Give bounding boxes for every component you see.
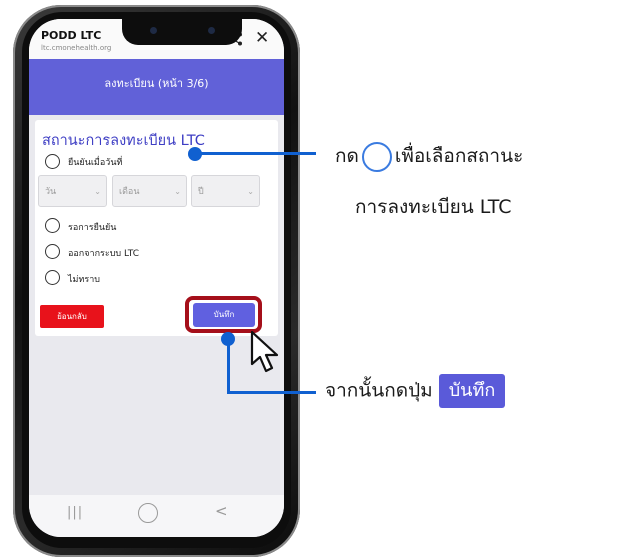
- site-title: PODD LTC: [41, 29, 102, 42]
- close-icon[interactable]: ✕: [255, 30, 269, 47]
- radio-icon: [361, 141, 392, 172]
- year-select-value: ปี: [198, 187, 204, 197]
- radio-pending[interactable]: [45, 218, 60, 233]
- year-select[interactable]: ปี ⌄: [191, 175, 260, 207]
- instruction-status-line1: กด เพื่อเลือกสถานะ: [335, 141, 523, 172]
- chevron-down-icon: ⌄: [247, 187, 254, 196]
- chevron-down-icon: ⌄: [174, 187, 181, 196]
- day-select[interactable]: วัน ⌄: [38, 175, 107, 207]
- radio-unknown[interactable]: [45, 270, 60, 285]
- radio-exited-label: ออกจากระบบ LTC: [68, 249, 140, 259]
- phone-screen: PODD LTC ltc.cmonehealth.org ✕ ลงทะเบียน…: [29, 19, 284, 537]
- recent-apps-icon[interactable]: |||: [67, 505, 83, 520]
- radio-unknown-label: ไม่ทราบ: [68, 275, 100, 285]
- site-url: ltc.cmonehealth.org: [41, 44, 112, 52]
- instruction-status-suffix: เพื่อเลือกสถานะ: [394, 145, 524, 167]
- camera-icon: [150, 27, 157, 34]
- callout-line-status: [195, 152, 316, 155]
- callout-line-save-horizontal: [227, 391, 316, 394]
- camera-icon: [208, 27, 215, 34]
- save-button-highlight: [185, 296, 262, 333]
- radio-exited[interactable]: [45, 244, 60, 259]
- phone-notch: [122, 19, 242, 45]
- callout-line-save-vertical: [227, 339, 230, 394]
- month-select[interactable]: เดือน ⌄: [112, 175, 187, 207]
- back-button[interactable]: ย้อนกลับ: [40, 305, 104, 328]
- instruction-save: จากนั้นกดปุ่ม บันทึก: [325, 374, 506, 408]
- instruction-save-prefix: จากนั้นกดปุ่ม: [325, 379, 433, 402]
- back-icon[interactable]: <: [215, 502, 228, 520]
- radio-pending-label: รอการยืนยัน: [68, 223, 117, 233]
- radio-confirmed[interactable]: [45, 154, 60, 169]
- day-select-value: วัน: [45, 187, 57, 197]
- chevron-down-icon: ⌄: [94, 187, 101, 196]
- home-icon[interactable]: [138, 503, 158, 523]
- section-title: สถานะการลงทะเบียน LTC: [42, 133, 205, 149]
- mouse-cursor-icon: [250, 330, 279, 373]
- month-select-value: เดือน: [119, 187, 140, 197]
- instruction-status-line2: การลงทะเบียน LTC: [355, 196, 512, 218]
- instruction-save-button-sample: บันทึก: [438, 374, 506, 408]
- radio-confirmed-label: ยืนยันเมื่อวันที่: [68, 158, 123, 168]
- page-header: ลงทะเบียน (หน้า 3/6): [29, 59, 284, 115]
- android-nav-bar: ||| <: [29, 495, 284, 537]
- instruction-status-prefix: กด: [335, 145, 359, 167]
